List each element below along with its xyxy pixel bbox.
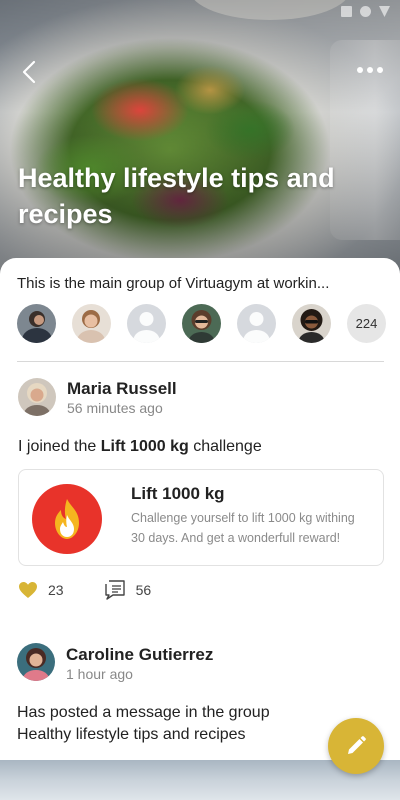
avatar-placeholder[interactable] <box>237 304 276 343</box>
post-author-name[interactable]: Maria Russell <box>67 379 177 399</box>
heart-icon <box>19 582 37 598</box>
group-description[interactable]: This is the main group of Virtuagym at w… <box>17 275 387 292</box>
comment-count: 56 <box>135 582 152 598</box>
like-count: 23 <box>48 582 64 598</box>
member-avatars[interactable]: 224 <box>17 304 386 343</box>
challenge-badge <box>32 484 102 554</box>
challenge-link[interactable]: Lift 1000 kg <box>101 438 189 455</box>
avatar-placeholder[interactable] <box>127 304 166 343</box>
post-author-name[interactable]: Caroline Gutierrez <box>66 645 213 665</box>
flame-icon <box>55 499 79 539</box>
avatar[interactable] <box>182 304 221 343</box>
post-text: I joined the Lift 1000 kg challenge <box>18 438 262 455</box>
back-button[interactable] <box>14 56 46 88</box>
comment-button[interactable]: 56 <box>104 580 152 600</box>
challenge-card[interactable]: Lift 1000 kg Challenge yourself to lift … <box>18 469 384 566</box>
post-text: Has posted a message in the group Health… <box>17 702 270 746</box>
back-nav-icon <box>379 6 390 17</box>
post-author-avatar[interactable] <box>18 378 56 416</box>
comment-icon <box>104 580 125 600</box>
group-link[interactable]: Healthy lifestyle tips and recipes <box>17 724 270 746</box>
home-icon <box>360 6 371 17</box>
new-post-button[interactable] <box>328 718 384 774</box>
avatar[interactable] <box>292 304 331 343</box>
challenge-description: Challenge yourself to lift 1000 kg withi… <box>131 511 355 545</box>
pencil-icon <box>348 736 366 754</box>
avatar[interactable] <box>72 304 111 343</box>
member-count-badge[interactable]: 224 <box>347 304 386 343</box>
post-timestamp: 1 hour ago <box>66 666 133 682</box>
group-title: Healthy lifestyle tips and recipes <box>18 163 335 229</box>
post-author-avatar[interactable] <box>17 643 55 681</box>
more-options-button[interactable] <box>352 56 388 84</box>
more-horizontal-icon <box>357 67 383 73</box>
group-header-image: Healthy lifestyle tips and recipes <box>0 0 400 280</box>
status-bar <box>341 6 390 17</box>
post-timestamp: 56 minutes ago <box>67 400 163 416</box>
challenge-title: Lift 1000 kg <box>131 484 225 503</box>
post-actions: 23 56 <box>18 580 151 600</box>
divider <box>17 361 384 362</box>
like-button[interactable]: 23 <box>18 581 64 599</box>
chevron-left-icon <box>22 60 36 84</box>
avatar[interactable] <box>17 304 56 343</box>
recent-apps-icon <box>341 6 352 17</box>
